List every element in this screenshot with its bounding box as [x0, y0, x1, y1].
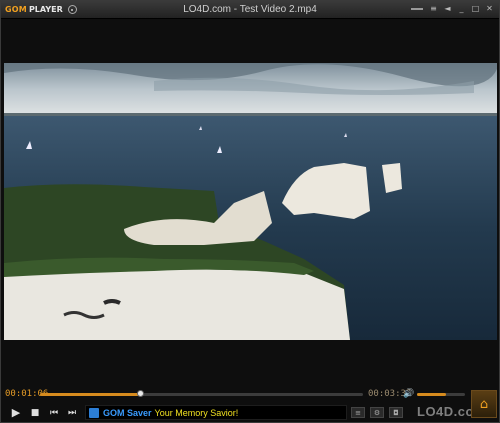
menu-icon[interactable]: ≡ — [428, 3, 439, 15]
seek-bar[interactable] — [40, 390, 363, 397]
close-button[interactable]: ✕ — [484, 3, 495, 15]
settings-icon[interactable]: ⚙ — [370, 407, 384, 418]
seek-progress — [40, 393, 141, 396]
playlist-icon[interactable]: ≡ — [351, 407, 365, 418]
ad-tagline: Your Memory Savior! — [154, 407, 239, 418]
seek-handle[interactable] — [137, 390, 145, 397]
next-button[interactable]: ⏭ — [65, 406, 79, 419]
video-scene — [4, 63, 497, 340]
cliff-foreground — [4, 266, 350, 340]
title-bar[interactable]: GOM PLAYER LO4D.com - Test Video 2.mp4 ≡… — [1, 1, 499, 19]
video-frame[interactable] — [4, 63, 497, 340]
volume-level — [417, 393, 446, 396]
gom-saver-icon — [89, 407, 99, 418]
stop-button[interactable]: ■ — [29, 406, 41, 419]
ad-brand: GOM Saver — [103, 407, 152, 418]
title-volume-bar[interactable] — [411, 8, 423, 10]
play-button[interactable]: ▶ — [9, 406, 23, 419]
volume-slider[interactable] — [417, 393, 465, 396]
gom-saver-ad[interactable]: GOM Saver Your Memory Savior! — [85, 405, 347, 420]
gom-player-window: GOM PLAYER LO4D.com - Test Video 2.mp4 ≡… — [0, 0, 500, 423]
speaker-icon[interactable]: 🔊 — [403, 389, 414, 399]
title-controls: ≡ ◄ _ □ ✕ — [411, 3, 495, 15]
capture-icon[interactable]: ◘ — [389, 407, 403, 418]
seek-row: 00:01:06 00:03:35 🔊 — [1, 389, 499, 401]
home-icon[interactable]: ⌂ — [471, 390, 497, 418]
mute-icon[interactable]: ◄ — [442, 3, 453, 15]
minimize-button[interactable]: _ — [456, 3, 467, 15]
maximize-button[interactable]: □ — [470, 3, 481, 15]
previous-button[interactable]: ⏮ — [47, 406, 61, 419]
